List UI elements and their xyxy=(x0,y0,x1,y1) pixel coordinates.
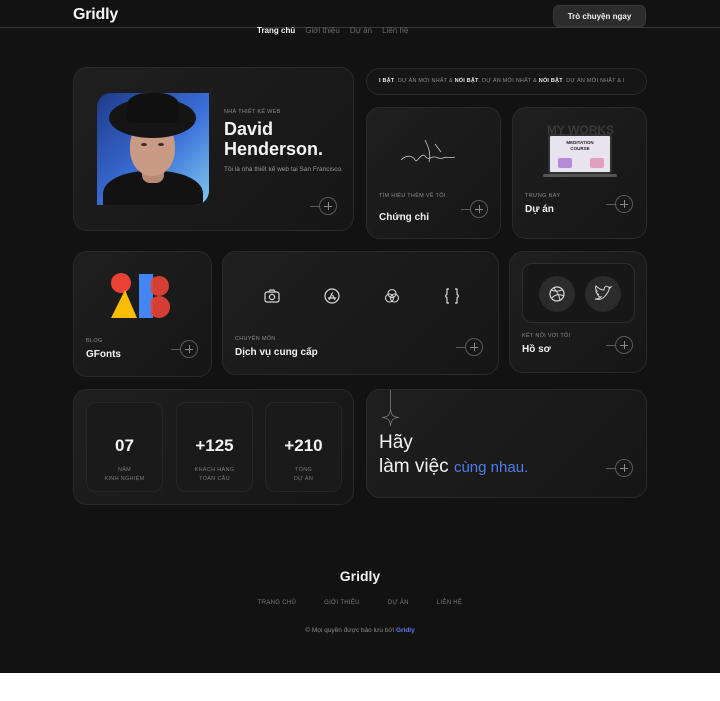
credentials-title: Chứng chỉ xyxy=(379,212,430,223)
app-store-icon xyxy=(324,288,340,304)
projects-plus-icon[interactable] xyxy=(606,195,633,213)
blog-tag: BLOG xyxy=(86,338,103,344)
blog-title: GFonts xyxy=(86,349,121,360)
signature-icon xyxy=(400,139,456,163)
laptop-caption-2: COURSE xyxy=(570,146,590,151)
stat-label: NĂM KINH NGHIỆM xyxy=(104,467,145,482)
credentials-tag: TÌM HIỂU THÊM VỀ TÔI xyxy=(379,193,446,199)
marquee-text: I BẬT. DỰ ÁN MỚI NHẤT & NỔI BẬT. DỰ ÁN M… xyxy=(379,78,625,84)
contact-plus-icon[interactable] xyxy=(606,459,633,477)
profile-name: David Henderson. xyxy=(224,119,324,159)
sparkle-icon xyxy=(382,409,399,426)
twitter-icon[interactable] xyxy=(585,276,621,312)
social-card[interactable]: KẾT NỐI VỚI TÔI Hồ sơ xyxy=(509,251,647,373)
social-title: Hồ sơ xyxy=(522,344,551,355)
camera-icon xyxy=(264,289,280,303)
social-plus-icon[interactable] xyxy=(606,336,633,354)
main-nav: Trang chủ Giới thiệu Dự án Liên hệ xyxy=(257,26,408,35)
footer-nav-about[interactable]: GIỚI THIỆU xyxy=(324,600,360,606)
laptop-mockup: MEDITATION COURSE xyxy=(548,134,612,174)
avatar xyxy=(97,93,209,205)
profile-plus-icon[interactable] xyxy=(310,197,337,215)
footer-nav-contact[interactable]: LIÊN HỆ xyxy=(437,600,462,606)
footer-nav: TRANG CHỦ GIỚI THIỆU DỰ ÁN LIÊN HỆ xyxy=(0,600,720,606)
footer-nav-home[interactable]: TRANG CHỦ xyxy=(258,600,296,606)
page: Gridly Trò chuyện ngay Trang chủ Giới th… xyxy=(0,0,720,673)
dribbble-icon[interactable] xyxy=(539,276,575,312)
service-icons xyxy=(263,287,461,305)
stat-label: KHÁCH HÀNG TOÀN CẦU xyxy=(194,467,235,482)
code-bracket-icon xyxy=(444,288,460,304)
profile-card[interactable]: NHÀ THIẾT KẾ WEB David Henderson. Tôi là… xyxy=(73,67,354,231)
social-tag: KẾT NỐI VỚI TÔI xyxy=(522,333,571,339)
social-links xyxy=(522,263,635,323)
stat-label: TỔNG DỰ ÁN xyxy=(293,467,314,482)
top-header: Gridly Trò chuyện ngay xyxy=(0,0,720,28)
services-tag: CHUYÊN MÔN xyxy=(235,336,276,342)
site-logo[interactable]: Gridly xyxy=(73,6,118,24)
stat-experience: 07 NĂM KINH NGHIỆM xyxy=(86,402,163,492)
contact-heading: Hãy làm việc cùng nhau. xyxy=(379,432,529,477)
nav-item-home[interactable]: Trang chủ xyxy=(257,26,295,35)
featured-marquee: I BẬT. DỰ ÁN MỚI NHẤT & NỔI BẬT. DỰ ÁN M… xyxy=(366,68,647,95)
projects-card[interactable]: MY WORKS MEDITATION COURSE TRƯNG BÀY Dự … xyxy=(512,107,647,239)
projects-tag: TRƯNG BÀY xyxy=(525,193,561,199)
nav-item-projects[interactable]: Dự án xyxy=(350,26,372,35)
contact-card[interactable]: Hãy làm việc cùng nhau. xyxy=(366,389,647,498)
stat-clients: +125 KHÁCH HÀNG TOÀN CẦU xyxy=(176,402,253,492)
stats-card: 07 NĂM KINH NGHIỆM +125 KHÁCH HÀNG TOÀN CẦ… xyxy=(73,389,354,505)
stat-projects: +210 TỔNG DỰ ÁN xyxy=(265,402,342,492)
footer-nav-projects[interactable]: DỰ ÁN xyxy=(388,600,409,606)
credentials-plus-icon[interactable] xyxy=(461,200,488,218)
services-plus-icon[interactable] xyxy=(456,338,483,356)
gfonts-logo-icon xyxy=(111,273,170,318)
color-circles-icon xyxy=(384,288,400,303)
stat-value: 07 xyxy=(115,436,134,455)
profile-role: NHÀ THIẾT KẾ WEB xyxy=(224,109,281,115)
services-title: Dịch vụ cung cấp xyxy=(235,347,318,358)
nav-item-contact[interactable]: Liên hệ xyxy=(382,26,408,35)
nav-item-about[interactable]: Giới thiệu xyxy=(305,26,340,35)
profile-description: Tôi là nhà thiết kế web tại San Francisc… xyxy=(224,166,343,173)
copyright-brand-link[interactable]: Gridly xyxy=(396,627,415,634)
chat-now-button[interactable]: Trò chuyện ngay xyxy=(553,5,646,27)
services-card[interactable]: CHUYÊN MÔN Dịch vụ cung cấp xyxy=(222,251,499,375)
footer-logo[interactable]: Gridly xyxy=(0,568,720,584)
copyright: © Mọi quyền được bảo lưu bởi Gridly xyxy=(305,627,415,634)
credentials-card[interactable]: TÌM HIỂU THÊM VỀ TÔI Chứng chỉ xyxy=(366,107,501,239)
blog-plus-icon[interactable] xyxy=(171,340,198,358)
stat-value: +125 xyxy=(195,436,234,455)
stat-value: +210 xyxy=(284,436,323,455)
blog-card[interactable]: BLOG GFonts xyxy=(73,251,212,377)
projects-title: Dự án xyxy=(525,204,554,215)
